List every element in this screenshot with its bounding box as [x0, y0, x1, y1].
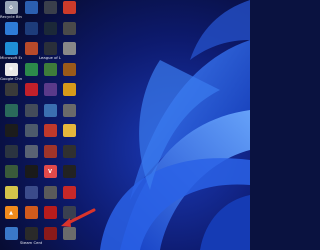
desktop-icon[interactable]	[59, 226, 79, 249]
desktop-icon[interactable]	[40, 83, 60, 105]
desktop-icon[interactable]	[40, 124, 60, 146]
app-icon	[4, 103, 18, 117]
app-icon	[24, 165, 38, 178]
app-icon	[62, 185, 76, 199]
vlc-icon: ▲	[4, 206, 18, 219]
desktop-icon-label: League of Legends	[39, 56, 61, 60]
app-icon	[24, 206, 38, 219]
valorant-icon: V	[43, 165, 57, 178]
app-icon	[43, 62, 57, 76]
desktop-icon[interactable]	[21, 62, 41, 85]
desktop-icon-label: Steam Center	[20, 240, 42, 245]
desktop-icon[interactable]: ◉Google Chrome	[0, 62, 22, 85]
app-icon	[43, 83, 57, 96]
desktop-icon[interactable]	[21, 21, 41, 44]
desktop-icon-label: Recycle Bin	[0, 15, 22, 19]
app-icon	[24, 144, 38, 158]
app-icon	[4, 226, 18, 240]
desktop-icon[interactable]	[59, 124, 79, 146]
desktop-icon[interactable]	[1, 124, 21, 146]
app-icon	[43, 206, 57, 219]
app-icon	[24, 103, 38, 117]
desktop-icon[interactable]	[40, 21, 60, 44]
app-icon	[62, 83, 76, 96]
edge-icon	[4, 42, 18, 55]
desktop-icon[interactable]	[59, 1, 79, 23]
desktop-icon[interactable]	[40, 206, 60, 228]
annotation-arrow	[61, 208, 96, 227]
desktop-icon[interactable]	[21, 103, 41, 126]
desktop-icon[interactable]	[21, 185, 41, 208]
app-icon	[24, 21, 38, 35]
desktop-icon[interactable]: ▲	[1, 206, 21, 228]
desktop-icon[interactable]	[40, 1, 60, 23]
desktop-icon[interactable]	[59, 103, 79, 126]
app-icon	[4, 83, 18, 96]
app-icon	[24, 185, 38, 199]
app-icon	[24, 124, 38, 137]
app-icon	[43, 226, 57, 240]
desktop-icon[interactable]	[1, 185, 21, 208]
desktop-icon[interactable]	[1, 83, 21, 105]
desktop-icon[interactable]	[40, 144, 60, 167]
app-icon	[43, 124, 57, 137]
app-icon	[43, 1, 57, 14]
app-icon	[43, 185, 57, 199]
app-icon	[62, 62, 76, 76]
app-icon	[62, 144, 76, 158]
desktop-icon[interactable]	[21, 1, 41, 23]
desktop-icon[interactable]	[59, 21, 79, 44]
app-icon	[24, 83, 38, 96]
app-icon	[62, 42, 76, 55]
steam-icon	[43, 21, 57, 35]
app-icon	[43, 103, 57, 117]
app-icon	[4, 185, 18, 199]
app-icon	[4, 124, 18, 137]
app-icon	[24, 42, 38, 55]
desktop-icon[interactable]	[1, 226, 21, 249]
app-icon	[4, 21, 18, 35]
desktop-icon-label: Google Chrome	[0, 76, 22, 81]
desktop-icon[interactable]	[21, 165, 41, 187]
desktop-icon[interactable]	[21, 124, 41, 146]
desktop-icon[interactable]	[40, 62, 60, 85]
desktop-icon[interactable]	[1, 144, 21, 167]
desktop-icon[interactable]: ♻ Recycle Bin	[0, 1, 22, 23]
league-icon	[43, 42, 57, 55]
app-icon	[62, 103, 76, 117]
desktop-icon-label: Microsoft Edge	[0, 56, 22, 60]
desktop-icon[interactable]	[59, 165, 79, 187]
chrome-icon: ◉	[4, 62, 18, 76]
desktop-icon[interactable]	[40, 185, 60, 208]
desktop-icon[interactable]	[1, 103, 21, 126]
desktop-icon[interactable]	[59, 185, 79, 208]
app-icon	[62, 1, 76, 14]
app-icon	[4, 165, 18, 178]
desktop-icon[interactable]	[59, 144, 79, 167]
desktop-icon[interactable]	[21, 83, 41, 105]
recycle-bin-icon: ♻	[4, 1, 18, 14]
app-icon	[43, 144, 57, 158]
app-icon	[24, 62, 38, 76]
app-icon	[24, 226, 38, 240]
desktop-icon[interactable]	[40, 226, 60, 249]
desktop-icon[interactable]: Microsoft Edge	[0, 42, 22, 64]
desktop-icon[interactable]	[59, 83, 79, 105]
desktop-icon[interactable]: League of Legends	[39, 42, 61, 64]
desktop-icon[interactable]: V	[40, 165, 60, 187]
app-icon	[4, 144, 18, 158]
desktop-icon[interactable]	[1, 21, 21, 44]
app-icon	[62, 165, 76, 178]
desktop-icon[interactable]	[59, 42, 79, 64]
desktop-icon[interactable]	[21, 42, 41, 64]
desktop-icon[interactable]	[21, 206, 41, 228]
desktop-icon[interactable]	[40, 103, 60, 126]
app-icon	[62, 21, 76, 35]
app-icon	[24, 1, 38, 14]
desktop-icon[interactable]: Steam Center	[20, 226, 42, 249]
desktop-icon[interactable]	[1, 165, 21, 187]
folder-icon	[62, 124, 76, 137]
desktop-icon[interactable]	[59, 62, 79, 85]
desktop-icon[interactable]	[21, 144, 41, 167]
